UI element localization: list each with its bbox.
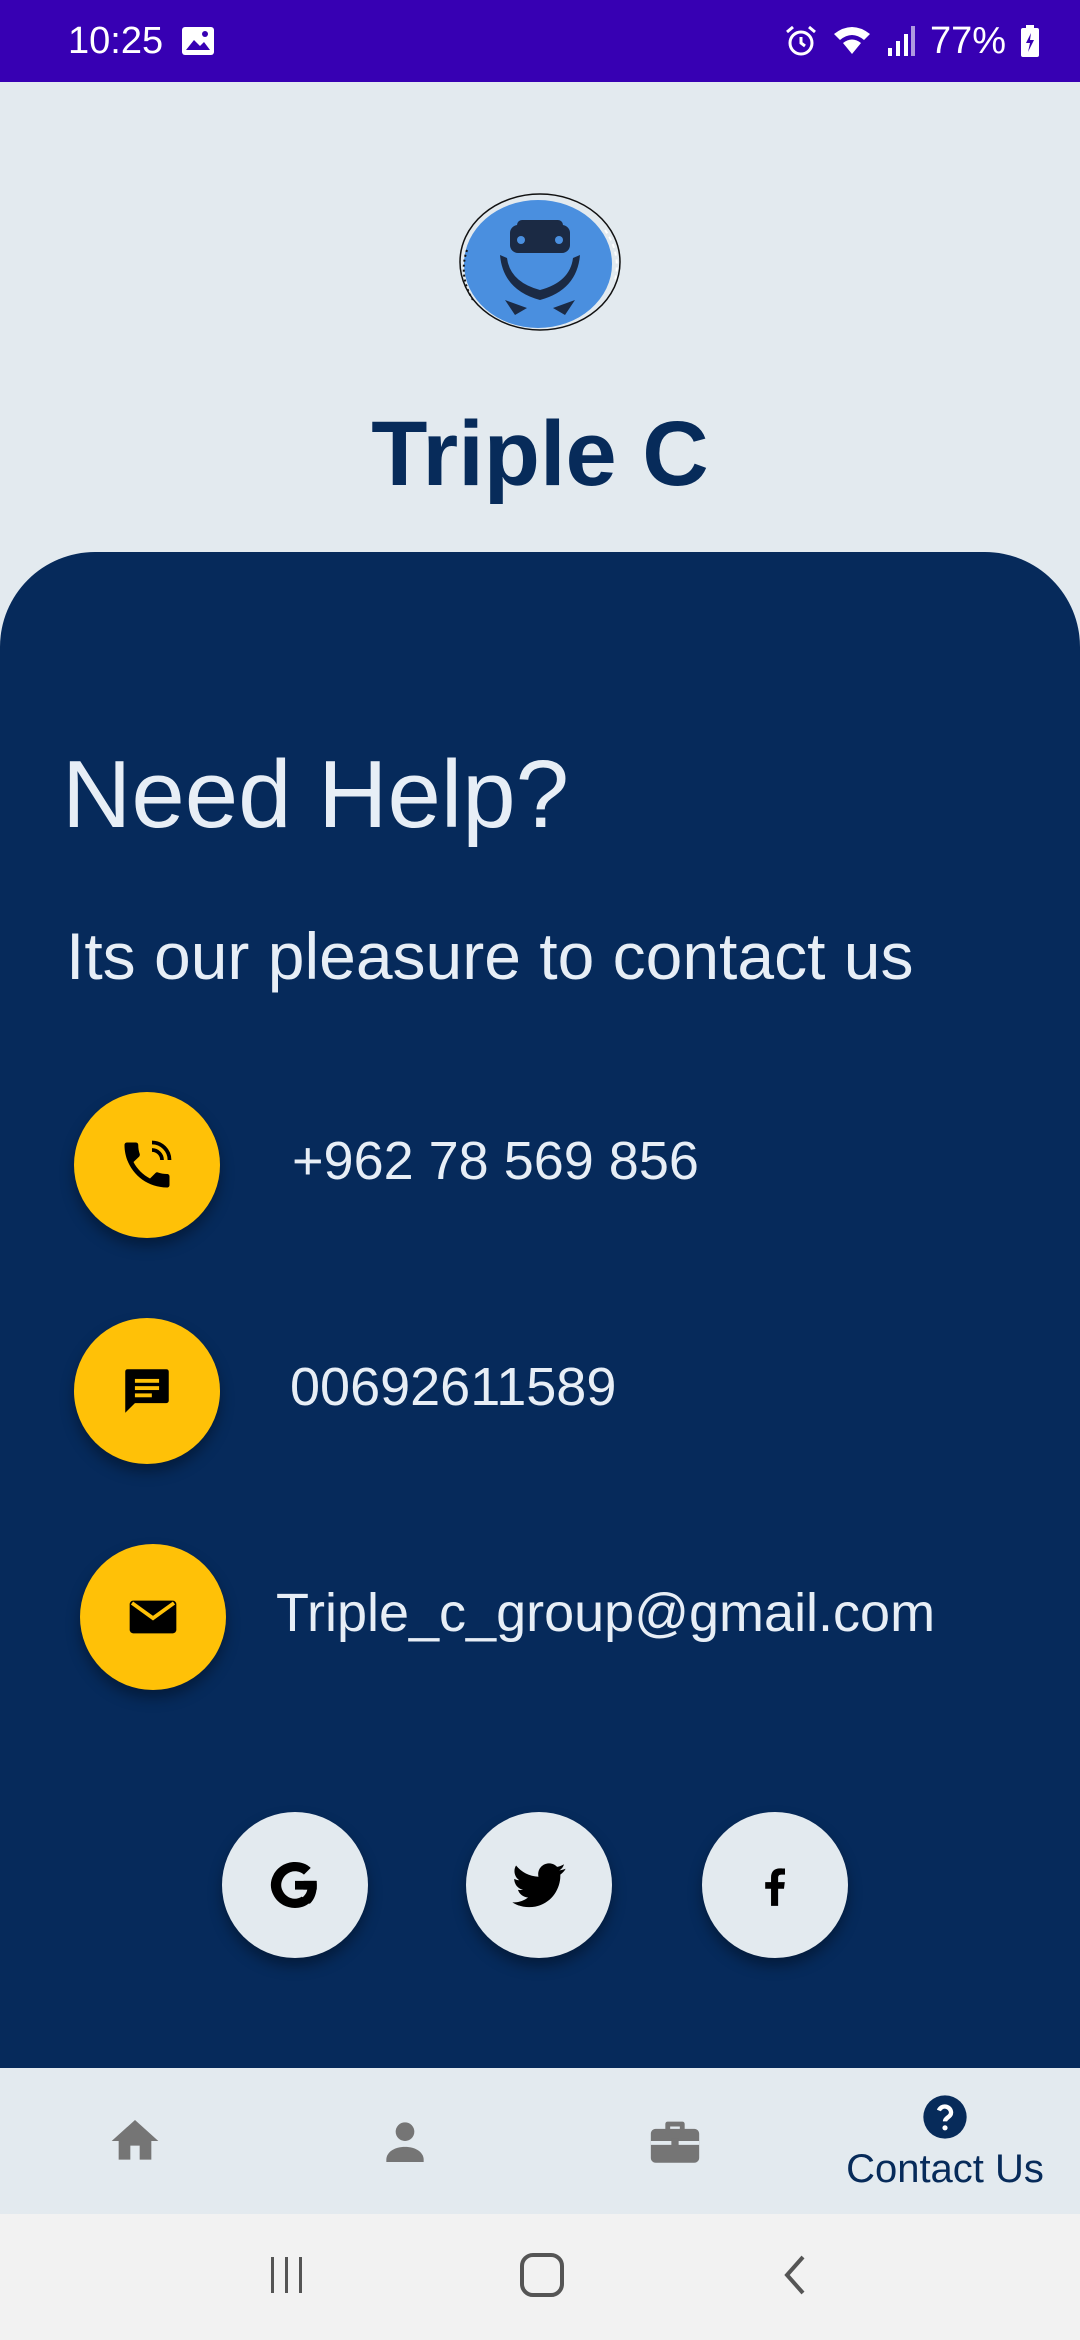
- help-icon: [923, 2094, 967, 2139]
- battery-icon: [1020, 24, 1040, 58]
- facebook-button[interactable]: [702, 1812, 848, 1958]
- phone-icon: [124, 1140, 172, 1188]
- message-number[interactable]: 00692611589: [290, 1356, 616, 1418]
- image-icon: [181, 26, 215, 56]
- google-icon: [270, 1862, 317, 1908]
- back-chevron-icon: [784, 2255, 805, 2294]
- home-nav-button[interactable]: [518, 2251, 566, 2304]
- email-button[interactable]: [80, 1544, 226, 1690]
- nav-contact-us[interactable]: Contact Us: [810, 2068, 1080, 2214]
- contact-card: Need Help? Its our pleasure to contact u…: [0, 552, 1080, 2068]
- alarm-icon: [784, 24, 818, 58]
- email-row: Triple_c_group@gmail.com: [0, 1544, 1080, 1690]
- help-subtitle: Its our pleasure to contact us: [66, 919, 914, 993]
- nav-contact-us-label: Contact Us: [846, 2146, 1044, 2191]
- facebook-icon: [765, 1868, 785, 1906]
- header: Triple C: [0, 82, 1080, 552]
- chat-icon: [125, 1369, 169, 1413]
- briefcase-icon: [650, 2121, 700, 2163]
- message-row: 00692611589: [0, 1318, 1080, 1464]
- profile-icon: [386, 2122, 424, 2162]
- home-icon: [111, 2120, 159, 2160]
- recent-apps-icon: [270, 2256, 302, 2293]
- status-time: 10:25: [68, 19, 164, 62]
- mail-icon: [129, 1600, 177, 1634]
- help-title: Need Help?: [62, 741, 569, 848]
- bottom-nav: Contact Us: [0, 2068, 1080, 2214]
- status-bar: 10:25 77%: [0, 0, 1080, 82]
- google-button[interactable]: [222, 1812, 368, 1958]
- back-button[interactable]: [775, 2251, 815, 2304]
- app-title: Triple C: [371, 403, 709, 505]
- signal-icon: [886, 24, 916, 58]
- battery-percent: 77%: [929, 19, 1006, 62]
- phone-number[interactable]: +962 78 569 856: [292, 1130, 699, 1192]
- recent-apps-button[interactable]: [265, 2253, 309, 2302]
- nav-services[interactable]: [540, 2068, 810, 2214]
- home-square-icon: [519, 2252, 564, 2297]
- email-address[interactable]: Triple_c_group@gmail.com: [276, 1582, 935, 1644]
- call-button[interactable]: [74, 1092, 220, 1238]
- message-button[interactable]: [74, 1318, 220, 1464]
- twitter-button[interactable]: [466, 1812, 612, 1958]
- nav-profile[interactable]: [270, 2068, 540, 2214]
- twitter-icon: [512, 1863, 566, 1908]
- wifi-icon: [832, 24, 872, 58]
- phone-row: +962 78 569 856: [0, 1092, 1080, 1238]
- car-in-hands-logo: [455, 190, 625, 335]
- system-nav-bar: [0, 2214, 1080, 2340]
- nav-home[interactable]: [0, 2068, 270, 2214]
